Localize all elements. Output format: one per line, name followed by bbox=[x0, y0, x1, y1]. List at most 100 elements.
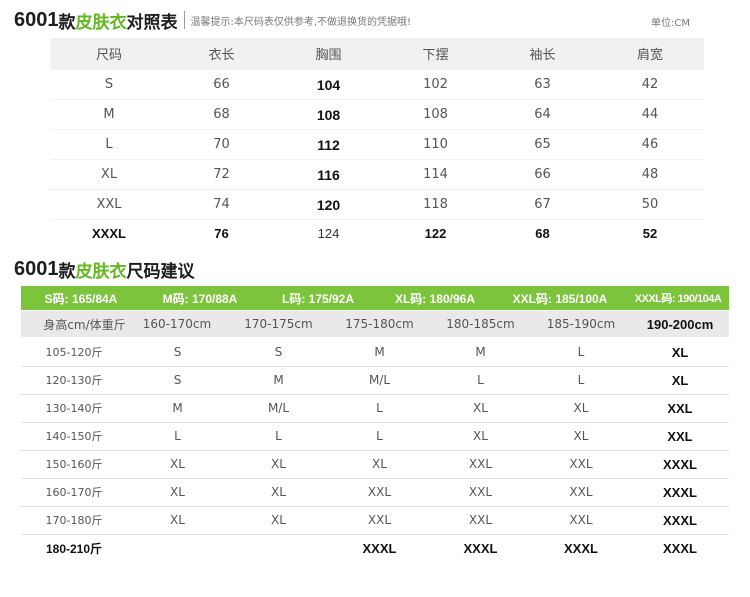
cell-size: XXL bbox=[667, 400, 693, 416]
header-height-range: 175-180cm bbox=[345, 317, 414, 331]
size-spec-bar: S码: 165/84A M码: 170/88A L码: 175/92A XL码:… bbox=[21, 286, 729, 310]
cell-size: L bbox=[577, 345, 585, 359]
title-model-number: 6001 bbox=[14, 8, 59, 31]
cell-hem: 110 bbox=[423, 137, 448, 152]
table-row: 120-130斤 S M M/L L L XL bbox=[21, 366, 729, 395]
table-row: XL 72 116 114 66 48 bbox=[50, 160, 704, 189]
cell-size: XXXL bbox=[92, 225, 126, 241]
cell-chest: 116 bbox=[317, 166, 340, 183]
cell-sleeve: 64 bbox=[534, 107, 551, 122]
cell-size: M/L bbox=[267, 401, 290, 415]
header-chest: 胸围 bbox=[315, 48, 342, 63]
table-row: 170-180斤 XL XL XXL XXL XXL XXXL bbox=[21, 506, 729, 535]
header-shoulder: 肩宽 bbox=[636, 48, 663, 63]
cell-size: XL bbox=[170, 485, 185, 499]
cell-size bbox=[228, 534, 329, 562]
cell-weight: 120-130斤 bbox=[45, 374, 103, 387]
title-suffix: 尺码建议 bbox=[126, 261, 195, 282]
table-header-row: 尺码 衣长 胸围 下摆 袖长 肩宽 bbox=[50, 38, 704, 69]
cell-length: 72 bbox=[213, 167, 230, 182]
size-spec-s: S码: 165/84A bbox=[44, 291, 118, 306]
cell-size: XXL bbox=[468, 485, 493, 499]
cell-size: M bbox=[374, 345, 385, 359]
cell-size: XL bbox=[372, 457, 387, 471]
cell-shoulder: 48 bbox=[641, 167, 659, 182]
cell-size: M bbox=[103, 107, 115, 122]
cell-size: XXL bbox=[569, 457, 593, 471]
cell-size: XL bbox=[573, 429, 589, 443]
header-height-range: 170-175cm bbox=[244, 317, 313, 331]
cell-size: XL bbox=[573, 401, 589, 415]
cell-size: S bbox=[173, 373, 182, 387]
cell-size bbox=[127, 534, 228, 562]
title-model-number: 6001 bbox=[14, 257, 59, 280]
cell-size: XL bbox=[100, 167, 118, 182]
disclaimer-note: 温馨提示:本尺码表仅供参考,不做退换货的凭据哦! bbox=[190, 16, 412, 28]
cell-size: XXXL bbox=[663, 540, 697, 556]
header-height-range: 180-185cm bbox=[446, 317, 515, 331]
cell-hem: 102 bbox=[423, 77, 448, 92]
cell-size: XXXL bbox=[362, 540, 397, 556]
cell-weight: 150-160斤 bbox=[45, 458, 103, 471]
cell-chest: 120 bbox=[316, 196, 341, 213]
cell-sleeve: 67 bbox=[534, 197, 551, 212]
table-row: 180-210斤 XXXL XXXL XXXL XXXL bbox=[21, 534, 729, 562]
cell-size: XXL bbox=[367, 485, 392, 499]
cell-size: XL bbox=[473, 401, 488, 415]
table-row: L 70 112 110 65 46 bbox=[50, 130, 704, 159]
cell-hem: 122 bbox=[424, 225, 447, 241]
header-hem: 下摆 bbox=[422, 48, 449, 63]
cell-size: XXL bbox=[569, 513, 593, 527]
cell-size: XXXL bbox=[663, 484, 697, 500]
cell-hem: 114 bbox=[423, 167, 448, 182]
header-sleeve: 袖长 bbox=[529, 48, 556, 63]
recommendation-header-row: 身高cm/体重斤 160-170cm 170-175cm 175-180cm 1… bbox=[21, 311, 729, 337]
table-row: 140-150斤 L L L XL XL XXL bbox=[21, 422, 729, 451]
size-chart-title: 6001 款 皮肤衣 对照表 温馨提示:本尺码表仅供参考,不做退换货的凭据哦! bbox=[14, 6, 411, 34]
size-spec-xl: XL码: 180/96A bbox=[394, 291, 476, 306]
cell-sleeve: 63 bbox=[534, 77, 551, 92]
cell-size: XL bbox=[170, 513, 185, 527]
cell-size: S bbox=[173, 345, 182, 359]
cell-weight: 105-120斤 bbox=[45, 346, 103, 359]
cell-hem: 118 bbox=[423, 197, 448, 212]
cell-shoulder: 52 bbox=[642, 225, 658, 241]
cell-size: XXL bbox=[569, 485, 593, 499]
header-size: 尺码 bbox=[95, 48, 122, 63]
cell-size: L bbox=[376, 401, 383, 415]
cell-shoulder: 50 bbox=[641, 197, 659, 212]
cell-sleeve: 65 bbox=[534, 137, 551, 152]
cell-size: L bbox=[174, 429, 181, 443]
cell-size: M bbox=[475, 345, 486, 359]
title-product: 皮肤衣 bbox=[75, 12, 127, 33]
cell-shoulder: 42 bbox=[641, 77, 659, 92]
cell-size: XL bbox=[473, 429, 488, 443]
cell-size: XXL bbox=[667, 428, 693, 444]
cell-weight: 130-140斤 bbox=[45, 402, 103, 415]
cell-size: XXXL bbox=[463, 540, 498, 556]
header-height-range: 190-200cm bbox=[646, 316, 714, 332]
cell-chest: 104 bbox=[316, 76, 341, 93]
table-row: M 68 108 108 64 44 bbox=[50, 100, 704, 129]
cell-length: 74 bbox=[213, 197, 230, 212]
title-suffix: 对照表 bbox=[126, 12, 178, 33]
cell-size: XXL bbox=[367, 513, 392, 527]
cell-size: L bbox=[105, 137, 113, 152]
table-row: 105-120斤 S S M M L XL bbox=[21, 338, 729, 367]
cell-size: L bbox=[376, 429, 383, 443]
cell-size: M bbox=[273, 373, 284, 387]
title-product: 皮肤衣 bbox=[75, 261, 127, 282]
size-chart-table: 尺码 衣长 胸围 下摆 袖长 肩宽 S 66 104 102 63 42 M 6… bbox=[50, 38, 704, 246]
header-height-range: 185-190cm bbox=[546, 317, 616, 331]
cell-shoulder: 46 bbox=[641, 137, 659, 152]
cell-size: S bbox=[274, 345, 283, 359]
cell-length: 70 bbox=[213, 137, 230, 152]
header-height-range: 160-170cm bbox=[142, 317, 212, 331]
title-kuan: 款 bbox=[58, 12, 76, 33]
table-row: XXL 74 120 118 67 50 bbox=[50, 190, 704, 219]
size-spec-m: M码: 170/88A bbox=[162, 291, 238, 306]
header-length: 衣长 bbox=[208, 48, 235, 63]
cell-length: 66 bbox=[213, 77, 230, 92]
cell-weight: 180-210斤 bbox=[45, 541, 103, 556]
cell-shoulder: 44 bbox=[641, 107, 659, 122]
